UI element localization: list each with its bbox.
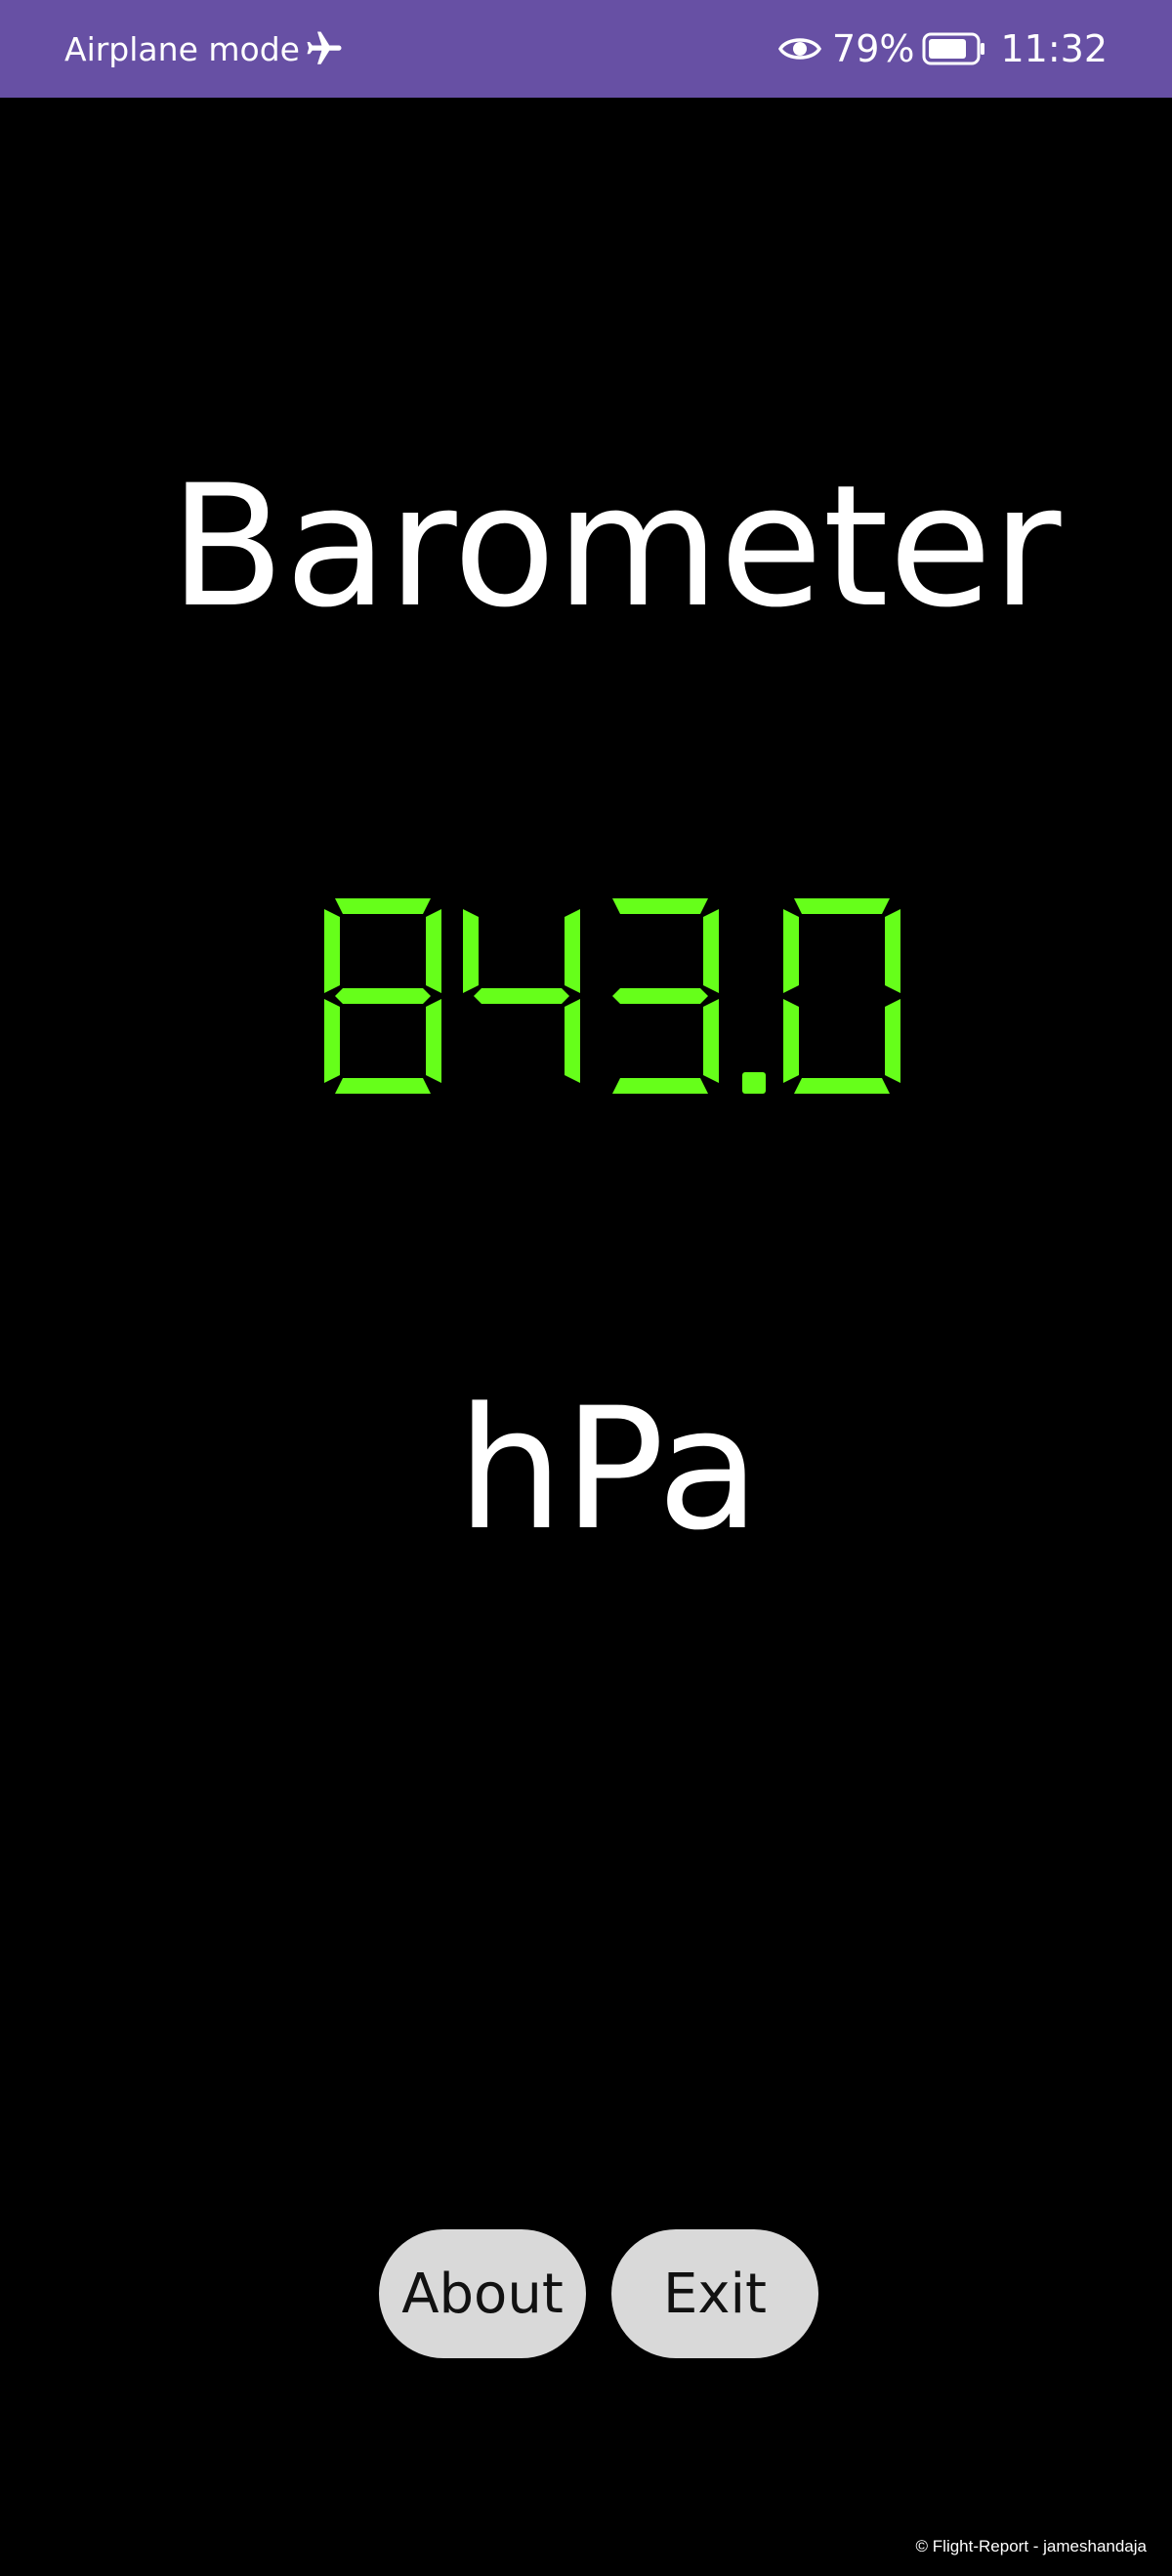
reading-digit [463, 909, 580, 1083]
digit-segment [783, 909, 799, 993]
exit-button[interactable]: Exit [611, 2229, 818, 2358]
digit-segment [885, 909, 900, 993]
digit-segment [335, 988, 431, 1004]
status-bar: Airplane mode 79% 11:32 [0, 0, 1172, 98]
footer-credit: © Flight-Report - jameshandaja [915, 2537, 1147, 2555]
reading-digit [612, 898, 719, 1094]
digit-segment [565, 999, 580, 1083]
status-left: Airplane mode [64, 0, 345, 98]
airplane-mode-label: Airplane mode [64, 29, 300, 68]
decimal-point [742, 1072, 766, 1094]
digit-segment [324, 999, 340, 1083]
digit-segment [794, 898, 890, 914]
digit-segment [426, 999, 441, 1083]
reading-digit [783, 898, 900, 1094]
digit-segment [612, 1078, 708, 1094]
clock: 11:32 [1000, 27, 1108, 70]
digit-segment [324, 909, 340, 993]
digit-segment [885, 999, 900, 1083]
digit-segment [794, 1078, 890, 1094]
battery-percent: 79% [832, 27, 915, 70]
digit-segment [426, 909, 441, 993]
digit-segment [335, 1078, 431, 1094]
about-button[interactable]: About [379, 2229, 586, 2358]
digit-segment [335, 898, 431, 914]
pressure-unit: hPa [456, 1371, 761, 1567]
digit-segment [463, 909, 479, 993]
digit-segment [703, 999, 719, 1083]
eye-icon [777, 38, 822, 60]
reading-digit [324, 898, 441, 1094]
pressure-reading [324, 898, 900, 1094]
digit-segment [612, 988, 708, 1004]
app-title: Barometer [169, 448, 1062, 644]
status-right: 79% 11:32 [777, 0, 1108, 98]
airplane-icon [307, 31, 342, 64]
digit-segment [565, 909, 580, 993]
digit-segment [612, 898, 708, 914]
digit-segment [783, 999, 799, 1083]
digit-segment [703, 909, 719, 993]
digit-segment [474, 988, 569, 1004]
battery-icon [922, 32, 985, 65]
